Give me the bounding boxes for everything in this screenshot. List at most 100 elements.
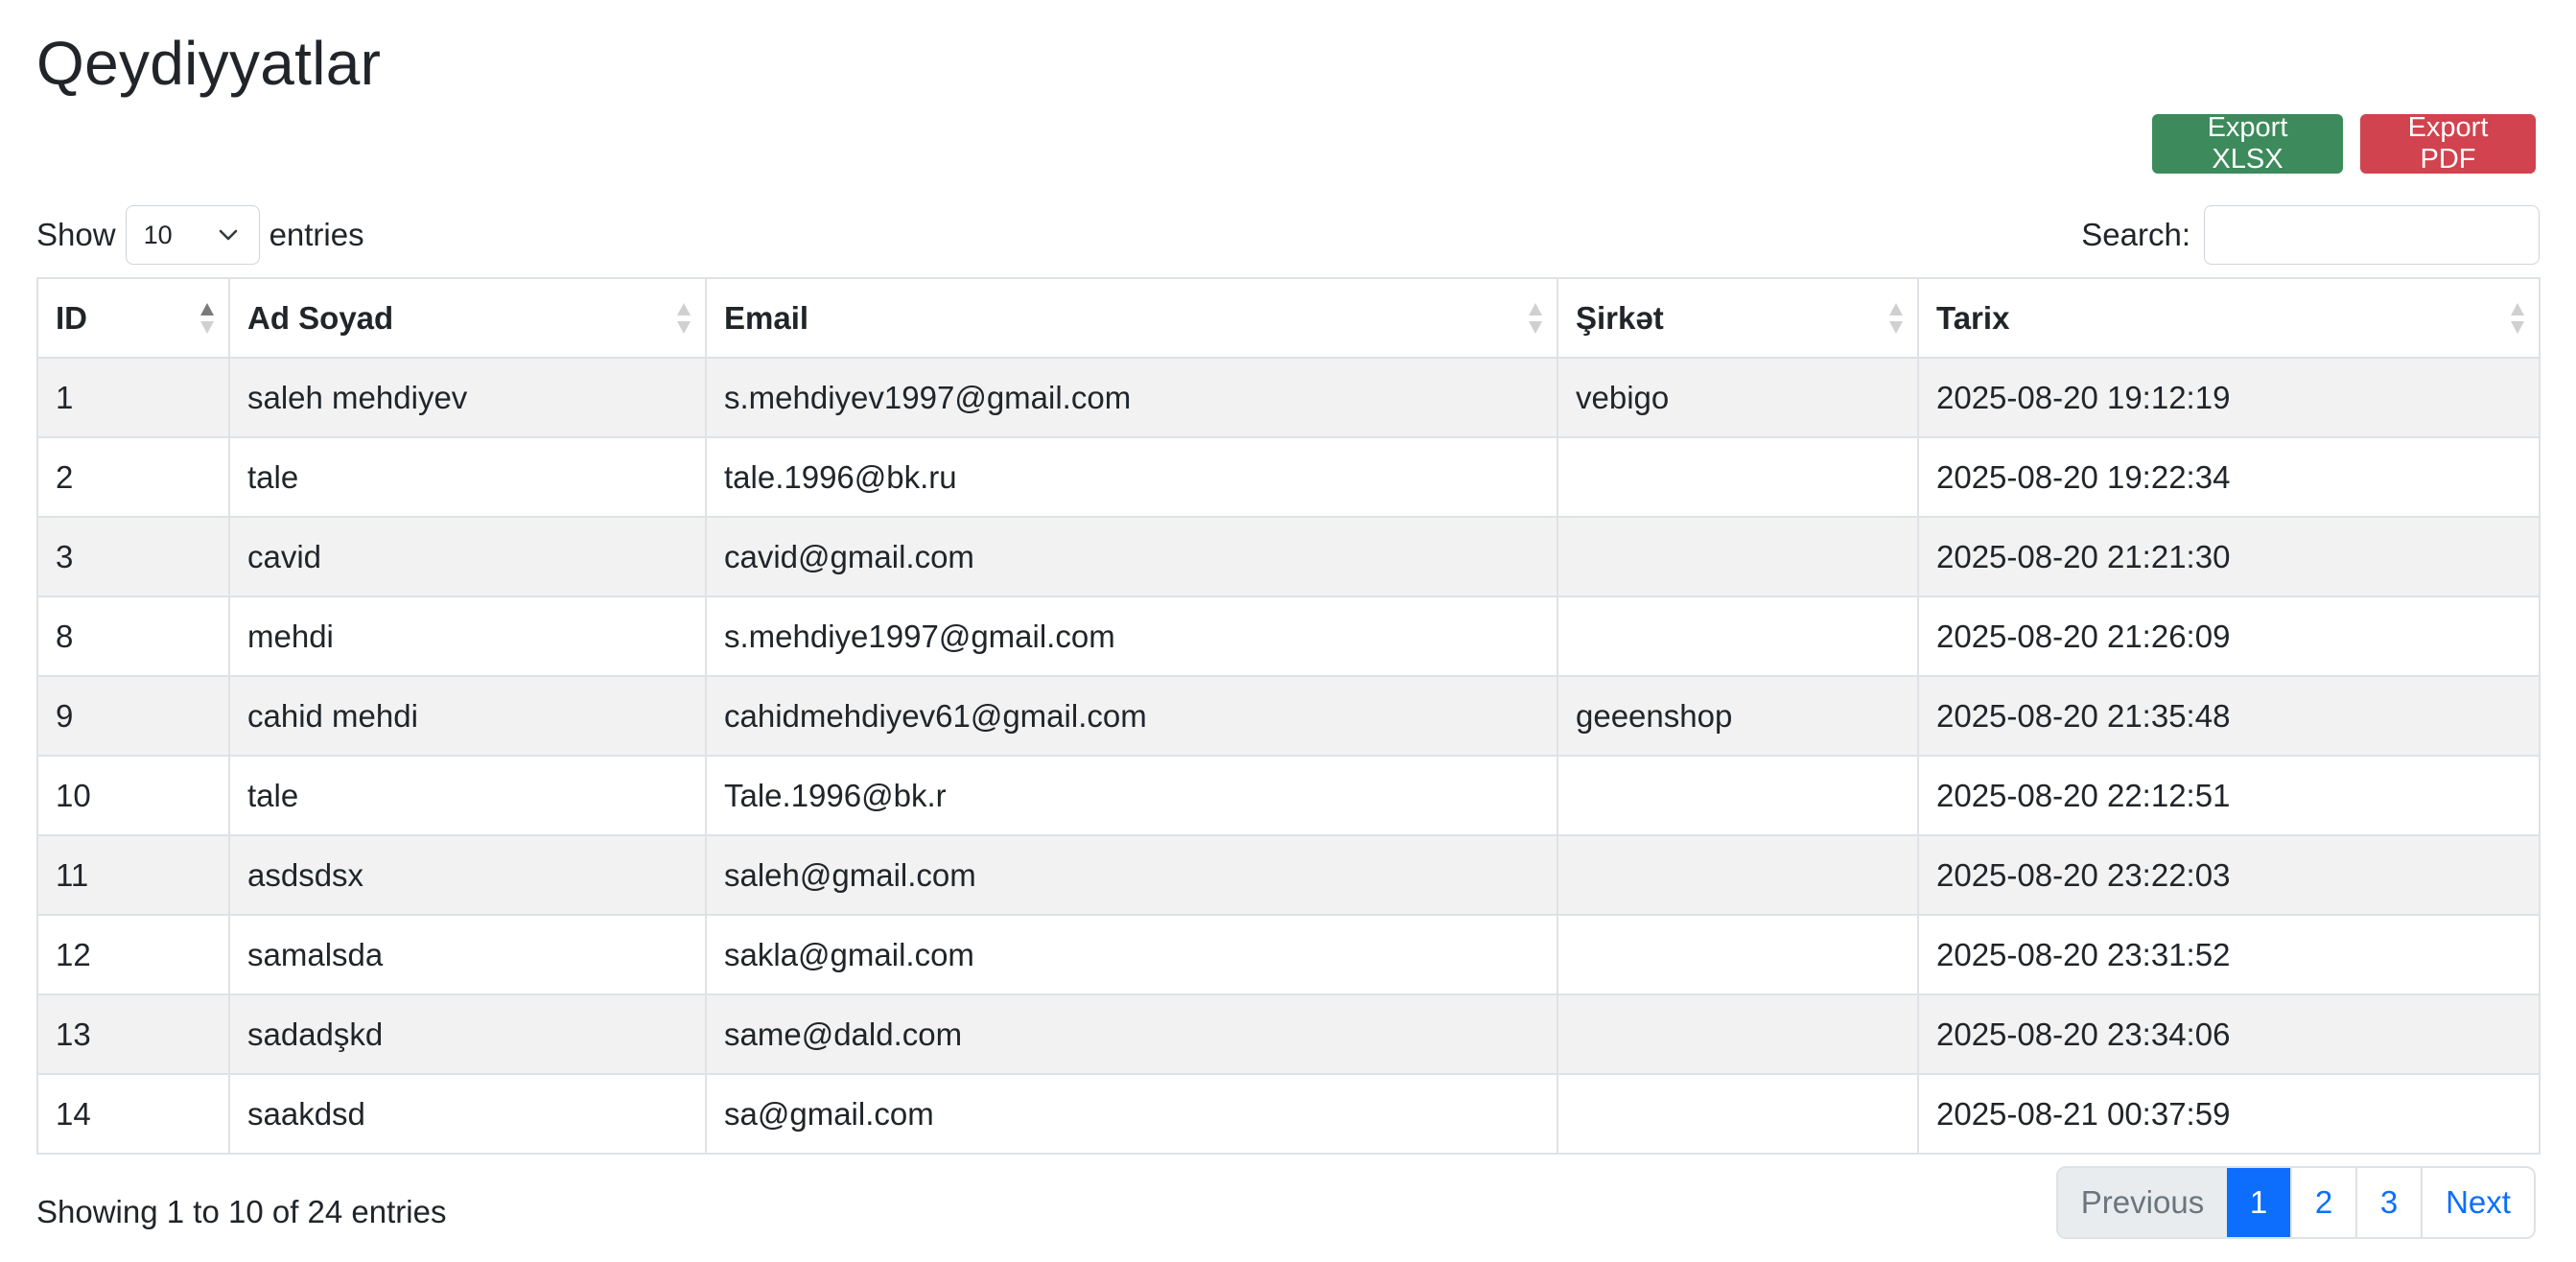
cell-tarix: 2025-08-20 21:26:09 [1917, 596, 2541, 677]
table-row: 10 tale Tale.1996@bk.r 2025-08-20 22:12:51 [36, 755, 2541, 836]
cell-tarix: 2025-08-20 21:35:48 [1917, 675, 2541, 757]
sort-asc-arrow [1889, 302, 1903, 316]
column-header-id[interactable]: ID [36, 277, 230, 359]
sort-both-icon [2511, 302, 2524, 334]
table-header-row: ID Ad Soyad Email Şirkət Tarix [36, 277, 2541, 359]
cell-email: sa@gmail.com [705, 1073, 1558, 1155]
cell-id: 3 [36, 516, 230, 597]
cell-id: 2 [36, 436, 230, 518]
sort-asc-arrow [677, 302, 691, 316]
column-header-label: Tarix [1936, 299, 2010, 336]
search-control: Search: [2081, 205, 2540, 265]
sort-asc-arrow [200, 302, 214, 316]
table-row: 13 sadadşkd same@dald.com 2025-08-20 23:34:… [36, 993, 2541, 1075]
pagination: Previous 1 2 3 Next [2056, 1166, 2536, 1239]
cell-email: Tale.1996@bk.r [705, 755, 1558, 836]
page: Qeydiyyatlar Export XLSX Export PDF Show… [0, 0, 2576, 1262]
sort-both-icon [677, 302, 691, 334]
pagination-previous-button[interactable]: Previous [2058, 1168, 2227, 1237]
cell-ad-soyad: sadadşkd [228, 993, 707, 1075]
cell-tarix: 2025-08-20 23:34:06 [1917, 993, 2541, 1075]
pagination-page-1[interactable]: 1 [2227, 1168, 2290, 1237]
sort-desc-arrow [1529, 320, 1542, 334]
search-input[interactable] [2204, 205, 2540, 265]
sort-asc-arrow [1529, 302, 1542, 316]
cell-id: 8 [36, 596, 230, 677]
cell-id: 1 [36, 357, 230, 438]
cell-ad-soyad: cavid [228, 516, 707, 597]
cell-ad-soyad: mehdi [228, 596, 707, 677]
cell-tarix: 2025-08-20 21:21:30 [1917, 516, 2541, 597]
column-header-label: Email [724, 299, 809, 336]
pagination-next-button[interactable]: Next [2421, 1168, 2534, 1237]
entries-label: entries [269, 217, 364, 252]
entries-length-select[interactable]: 10 [125, 205, 260, 265]
cell-id: 11 [36, 834, 230, 916]
cell-email: s.mehdiyev1997@gmail.com [705, 357, 1558, 438]
table-row: 9 cahid mehdi cahidmehdiyev61@gmail.com gee… [36, 675, 2541, 757]
cell-sirket [1557, 993, 1919, 1075]
cell-email: tale.1996@bk.ru [705, 436, 1558, 518]
sort-desc-arrow [2511, 320, 2524, 334]
cell-email: sakla@gmail.com [705, 914, 1558, 995]
sort-asc-arrow [2511, 302, 2524, 316]
export-xlsx-button[interactable]: Export XLSX [2152, 112, 2343, 175]
cell-ad-soyad: cahid mehdi [228, 675, 707, 757]
column-header-label: Ad Soyad [247, 299, 394, 336]
cell-ad-soyad: tale [228, 755, 707, 836]
table-body: 1 saleh mehdiyev s.mehdiyev1997@gmail.com v… [36, 357, 2541, 1155]
cell-ad-soyad: saleh mehdiyev [228, 357, 707, 438]
cell-ad-soyad: tale [228, 436, 707, 518]
column-header-label: Şirkət [1576, 299, 1664, 336]
column-header-label: ID [56, 299, 87, 336]
table-row: 11 asdsdsx saleh@gmail.com 2025-08-20 23:22… [36, 834, 2541, 916]
cell-sirket: vebigo [1557, 357, 1919, 438]
table-row: 2 tale tale.1996@bk.ru 2025-08-20 19:22:34 [36, 436, 2541, 518]
cell-sirket [1557, 834, 1919, 916]
cell-email: saleh@gmail.com [705, 834, 1558, 916]
table-row: 1 saleh mehdiyev s.mehdiyev1997@gmail.com v… [36, 357, 2541, 438]
table-info: Showing 1 to 10 of 24 entries [36, 1194, 447, 1229]
sort-asc-icon [200, 302, 214, 334]
sort-desc-arrow [1889, 320, 1903, 334]
search-label: Search: [2081, 217, 2190, 252]
cell-id: 14 [36, 1073, 230, 1155]
entries-length-control: Show 10 entries [36, 205, 364, 265]
cell-id: 9 [36, 675, 230, 757]
cell-sirket [1557, 914, 1919, 995]
cell-sirket: geeenshop [1557, 675, 1919, 757]
column-header-sirket[interactable]: Şirkət [1557, 277, 1919, 359]
cell-id: 10 [36, 755, 230, 836]
export-toolbar: Export XLSX Export PDF [2152, 112, 2536, 175]
cell-sirket [1557, 1073, 1919, 1155]
pagination-page-3[interactable]: 3 [2355, 1168, 2421, 1237]
column-header-email[interactable]: Email [705, 277, 1558, 359]
cell-email: cahidmehdiyev61@gmail.com [705, 675, 1558, 757]
column-header-tarix[interactable]: Tarix [1917, 277, 2541, 359]
cell-sirket [1557, 516, 1919, 597]
cell-email: cavid@gmail.com [705, 516, 1558, 597]
pagination-page-2[interactable]: 2 [2290, 1168, 2355, 1237]
cell-sirket [1557, 436, 1919, 518]
cell-id: 12 [36, 914, 230, 995]
entries-length-value: 10 [143, 220, 173, 249]
cell-ad-soyad: asdsdsx [228, 834, 707, 916]
show-label: Show [36, 217, 116, 252]
cell-tarix: 2025-08-21 00:37:59 [1917, 1073, 2541, 1155]
cell-tarix: 2025-08-20 23:22:03 [1917, 834, 2541, 916]
column-header-ad-soyad[interactable]: Ad Soyad [228, 277, 707, 359]
cell-tarix: 2025-08-20 23:31:52 [1917, 914, 2541, 995]
export-pdf-button[interactable]: Export PDF [2360, 112, 2536, 175]
cell-ad-soyad: saakdsd [228, 1073, 707, 1155]
cell-tarix: 2025-08-20 19:12:19 [1917, 357, 2541, 438]
table-row: 3 cavid cavid@gmail.com 2025-08-20 21:21:30 [36, 516, 2541, 597]
table-row: 12 samalsda sakla@gmail.com 2025-08-20 23:3… [36, 914, 2541, 995]
table-row: 14 saakdsd sa@gmail.com 2025-08-21 00:37:59 [36, 1073, 2541, 1155]
chevron-down-icon [219, 229, 237, 241]
sort-both-icon [1529, 302, 1542, 334]
cell-email: s.mehdiye1997@gmail.com [705, 596, 1558, 677]
table-row: 8 mehdi s.mehdiye1997@gmail.com 2025-08-20 … [36, 596, 2541, 677]
cell-tarix: 2025-08-20 22:12:51 [1917, 755, 2541, 836]
cell-ad-soyad: samalsda [228, 914, 707, 995]
registrations-table: ID Ad Soyad Email Şirkət Tarix 1 saleh mehdiy… [36, 277, 2541, 1155]
